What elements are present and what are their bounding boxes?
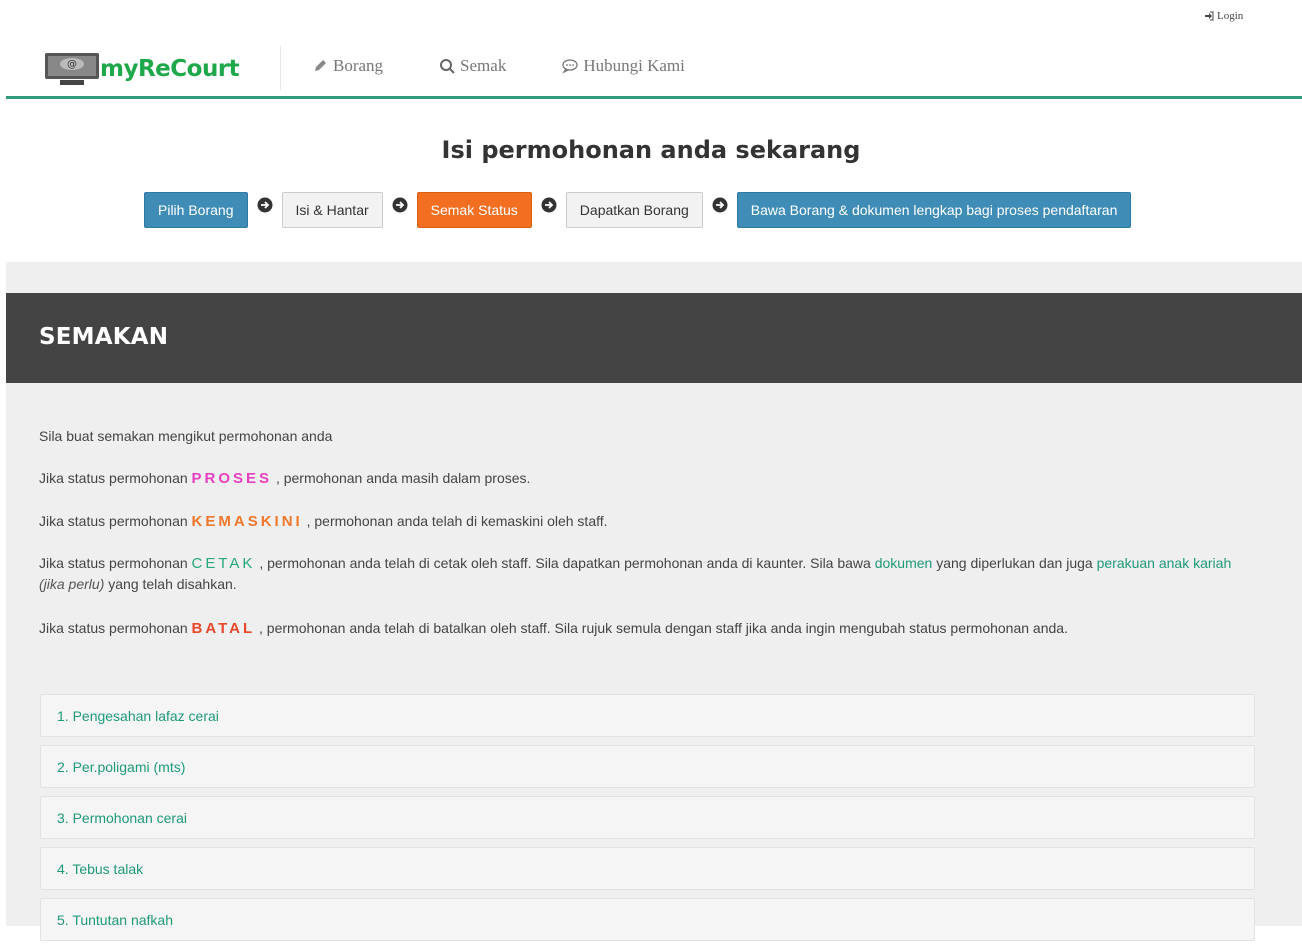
step-semak-status[interactable]: Semak Status	[416, 192, 532, 228]
status-kemaskini-text: Jika status permohonan KEMASKINI , permo…	[39, 511, 608, 532]
cetak-desc-1: , permohonan anda telah di cetak oleh st…	[259, 555, 871, 571]
header-rule	[6, 96, 1302, 99]
site-header: @ myReCourt Borang Semak Hubungi Kami	[0, 46, 1302, 96]
keyword-batal: BATAL	[191, 620, 256, 637]
perakuan-link[interactable]: perakuan anak kariah	[1097, 555, 1232, 571]
step-pilih-borang[interactable]: Pilih Borang	[144, 192, 248, 228]
status-proses-text: Jika status permohonan PROSES , permohon…	[39, 468, 530, 489]
status-batal-text: Jika status permohonan BATAL , permohona…	[39, 618, 1068, 639]
brand-name: myReCourt	[100, 56, 240, 82]
process-steps: Pilih Borang Isi & Hantar Semak Status D…	[144, 192, 1132, 228]
section-title: SEMAKAN	[39, 324, 169, 350]
arrow-circle-right-icon	[712, 197, 728, 213]
keyword-kemaskini: KEMASKINI	[191, 513, 303, 530]
section-banner	[6, 293, 1302, 383]
arrow-circle-right-icon	[541, 197, 557, 213]
step-isi-hantar[interactable]: Isi & Hantar	[281, 192, 383, 228]
arrow-circle-right-icon	[392, 197, 408, 213]
keyword-cetak: CETAK	[191, 555, 256, 572]
list-item[interactable]: 5. Tuntutan nafkah	[40, 898, 1255, 941]
main-nav: Borang Semak Hubungi Kami	[312, 56, 741, 76]
application-list: 1. Pengesahan lafaz cerai 2. Per.poligam…	[40, 694, 1255, 949]
status-prefix: Jika status permohonan	[39, 470, 188, 486]
jika-perlu-note: (jika perlu)	[39, 576, 105, 592]
cetak-desc-3: yang telah disahkan.	[108, 576, 237, 592]
cetak-desc-2: yang diperlukan dan juga	[936, 555, 1093, 571]
nav-hubungi-kami[interactable]: Hubungi Kami	[562, 56, 685, 76]
batal-desc: , permohonan anda telah di batalkan oleh…	[259, 620, 1068, 636]
kemaskini-desc: , permohonan anda telah di kemaskini ole…	[306, 513, 608, 529]
status-cetak-text: Jika status permohonan CETAK , permohona…	[39, 553, 1249, 595]
keyword-proses: PROSES	[191, 470, 273, 487]
step-dapatkan-borang[interactable]: Dapatkan Borang	[565, 192, 703, 228]
login-link[interactable]: Login	[1204, 10, 1243, 22]
list-item[interactable]: 4. Tebus talak	[40, 847, 1255, 890]
list-item[interactable]: 2. Per.poligami (mts)	[40, 745, 1255, 788]
sign-in-icon	[1205, 11, 1214, 21]
list-item[interactable]: 1. Pengesahan lafaz cerai	[40, 694, 1255, 737]
intro-text: Sila buat semakan mengikut permohonan an…	[39, 428, 333, 444]
proses-desc: , permohonan anda masih dalam proses.	[275, 470, 531, 486]
pencil-icon	[315, 60, 326, 71]
step-bawa-borang[interactable]: Bawa Borang & dokumen lengkap bagi prose…	[736, 192, 1132, 228]
monitor-logo-icon: @	[45, 53, 99, 85]
nav-hubungi-label: Hubungi Kami	[583, 56, 685, 75]
brand-logo[interactable]: @ myReCourt	[44, 50, 254, 88]
nav-borang[interactable]: Borang	[312, 56, 383, 76]
status-prefix: Jika status permohonan	[39, 513, 188, 529]
list-item[interactable]: 3. Permohonan cerai	[40, 796, 1255, 839]
search-icon	[440, 59, 455, 74]
arrow-circle-right-icon	[257, 197, 272, 213]
login-label: Login	[1217, 10, 1244, 22]
comment-icon	[562, 59, 578, 74]
status-prefix: Jika status permohonan	[39, 620, 188, 636]
nav-semak[interactable]: Semak	[439, 56, 506, 76]
svg-text:@: @	[67, 59, 77, 70]
dokumen-link[interactable]: dokumen	[875, 555, 933, 571]
nav-borang-label: Borang	[333, 56, 384, 75]
hero-title: Isi permohonan anda sekarang	[441, 136, 861, 164]
status-prefix: Jika status permohonan	[39, 555, 188, 571]
nav-divider	[280, 46, 281, 90]
nav-semak-label: Semak	[460, 56, 507, 75]
